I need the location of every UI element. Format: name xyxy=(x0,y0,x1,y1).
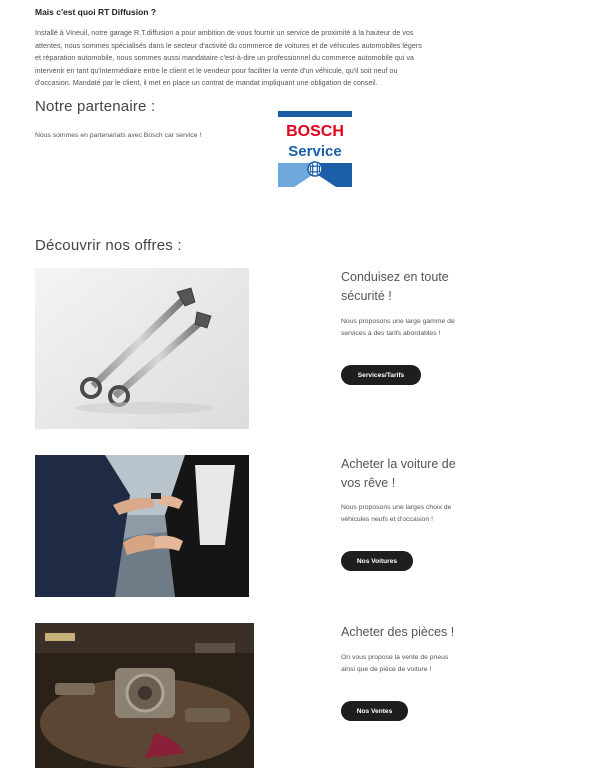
partner-heading: Notre partenaire : xyxy=(35,98,156,115)
car-sale-handshake-photo xyxy=(35,455,249,597)
offers-heading: Découvrir nos offres : xyxy=(35,237,182,254)
logo-text-service: Service xyxy=(288,143,341,160)
offer-title: Conduisez en toute sécurité ! xyxy=(341,268,449,306)
offer-description: Nous proposons une larges choix de véhic… xyxy=(341,502,501,525)
offer-title-line: sécurité ! xyxy=(341,289,392,303)
intro-line: attentes, nous sommes spécialisés dans l… xyxy=(35,40,422,50)
offer-description: On vous propose la vente de pneus ainsi … xyxy=(341,652,501,675)
offer-title-line: Acheter la voiture de xyxy=(341,457,456,471)
partner-text: Nous sommes en partenariats avec Bosch c… xyxy=(35,132,202,139)
intro-title: Mais c'est quoi RT Diffusion ? xyxy=(35,7,157,17)
offer-title: Acheter des pièces ! xyxy=(341,623,454,642)
intro-text: Installé à Vineuil, notre garage R.T.dif… xyxy=(35,27,475,90)
offer-desc-line: véhicules neufs et d'occasion ! xyxy=(341,515,433,523)
nos-voitures-button[interactable]: Nos Voitures xyxy=(341,551,413,571)
offer-title-line: Conduisez en toute xyxy=(341,270,449,284)
offer-title-line: Acheter des pièces ! xyxy=(341,625,455,639)
logo-text-bosch: BOSCH xyxy=(286,123,344,140)
wrenches-photo xyxy=(35,268,249,429)
bosch-service-logo: BOSCH Service xyxy=(278,111,352,187)
offer-desc-line: On vous propose la vente de pneus xyxy=(341,654,449,661)
intro-line: d'occasion. Mandaté par le client, il me… xyxy=(35,78,378,87)
intro-line: et réparation automobile, nous sommes au… xyxy=(35,53,414,62)
services-tarifs-button[interactable]: Services/Tarifs xyxy=(341,365,421,385)
car-parts-workshop-photo xyxy=(35,623,254,768)
intro-line: Installé à Vineuil, notre garage R.T.dif… xyxy=(35,28,414,37)
nos-ventes-button[interactable]: Nos Ventes xyxy=(341,701,408,721)
offer-desc-line: Nous proposons une large gamme de xyxy=(341,318,455,325)
offer-description: Nous proposons une large gamme de servic… xyxy=(341,316,501,339)
offer-desc-line: ainsi que de pièce de voiture ! xyxy=(341,665,432,673)
offer-title-line: vos rêve ! xyxy=(341,476,396,490)
offer-title: Acheter la voiture de vos rêve ! xyxy=(341,455,456,493)
offer-desc-line: services à des tarifs abordables ! xyxy=(341,329,441,337)
offer-desc-line: Nous proposons une larges choix de xyxy=(341,504,452,511)
intro-line: intervenir en tant qu'intermédiaire entr… xyxy=(35,65,398,75)
